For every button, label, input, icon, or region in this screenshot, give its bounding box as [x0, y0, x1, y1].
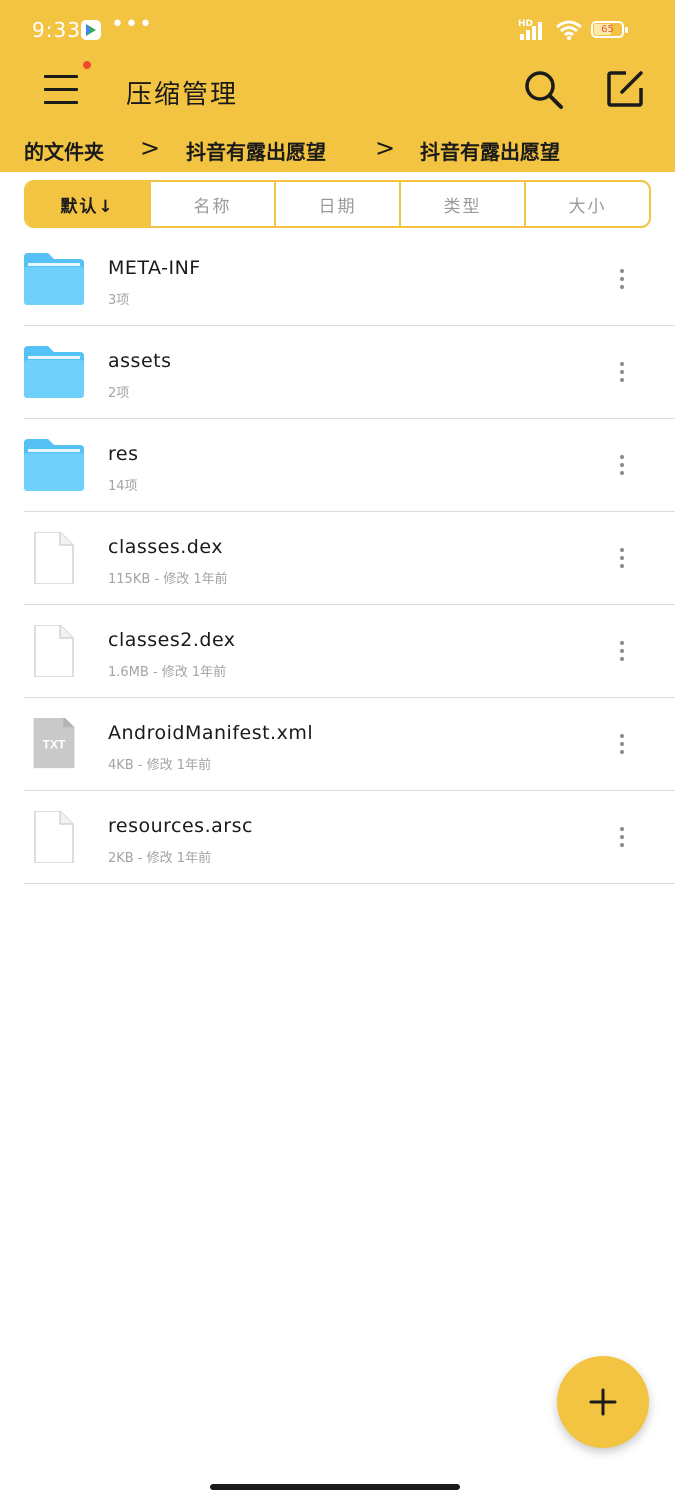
list-item[interactable]: classes.dex 115KB - 修改 1年前 [24, 512, 675, 605]
list-item[interactable]: META-INF 3项 [24, 233, 675, 326]
list-item[interactable]: classes2.dex 1.6MB - 修改 1年前 [24, 605, 675, 698]
file-meta: 1.6MB - 修改 1年前 [108, 665, 227, 680]
play-store-icon [81, 20, 101, 40]
file-meta: 14项 [108, 479, 138, 494]
txt-badge: TXT [43, 738, 66, 752]
folder-icon [24, 346, 84, 398]
add-button[interactable] [557, 1356, 649, 1448]
signal-icon [520, 22, 542, 40]
edit-icon[interactable] [604, 68, 646, 110]
status-bar: 9:33 ••• HD 65 [0, 0, 675, 62]
page-title: 压缩管理 [126, 80, 239, 110]
file-name: META-INF [108, 257, 201, 279]
file-meta: 2KB - 修改 1年前 [108, 851, 212, 866]
status-time: 9:33 [32, 18, 81, 42]
home-indicator[interactable] [210, 1484, 460, 1490]
hamburger-menu-icon[interactable] [42, 72, 82, 108]
file-meta: 4KB - 修改 1年前 [108, 758, 212, 773]
breadcrumb-item[interactable]: 抖音有露出愿望 [186, 136, 326, 165]
more-vertical-icon[interactable] [614, 827, 630, 851]
list-item[interactable]: TXT AndroidManifest.xml 4KB - 修改 1年前 [24, 698, 675, 791]
file-icon [34, 625, 74, 677]
status-overflow-icon: ••• [111, 12, 153, 37]
more-vertical-icon[interactable] [614, 548, 630, 572]
file-meta: 115KB - 修改 1年前 [108, 572, 228, 587]
list-item[interactable]: res 14项 [24, 419, 675, 512]
txt-file-icon: TXT [33, 718, 75, 769]
sort-tab-size[interactable]: 大小 [524, 182, 649, 226]
file-name: res [108, 443, 139, 465]
more-vertical-icon[interactable] [614, 455, 630, 479]
file-meta: 3项 [108, 293, 130, 308]
plus-icon [589, 1388, 617, 1416]
file-name: AndroidManifest.xml [108, 722, 314, 744]
sort-tab-type[interactable]: 类型 [399, 182, 524, 226]
file-name: classes.dex [108, 536, 223, 558]
file-list: META-INF 3项 assets 2项 res 14项 classes.de… [24, 233, 675, 884]
more-vertical-icon[interactable] [614, 269, 630, 293]
file-meta: 2项 [108, 386, 130, 401]
file-name: assets [108, 350, 172, 372]
sort-tabs: 默认↓ 名称 日期 类型 大小 [24, 180, 651, 228]
breadcrumb-item[interactable]: 抖音有露出愿望 [420, 136, 560, 165]
notification-dot [83, 61, 91, 69]
chevron-right-icon: > [375, 134, 396, 162]
file-name: resources.arsc [108, 815, 253, 837]
chevron-right-icon: > [140, 134, 161, 162]
more-vertical-icon[interactable] [614, 734, 630, 758]
list-item[interactable]: assets 2项 [24, 326, 675, 419]
file-name: classes2.dex [108, 629, 236, 651]
battery-icon: 65 [591, 21, 628, 38]
folder-icon [24, 253, 84, 305]
breadcrumb-item[interactable]: 的文件夹 [24, 136, 104, 165]
file-icon [34, 532, 74, 584]
wifi-icon [556, 20, 582, 40]
more-vertical-icon[interactable] [614, 641, 630, 665]
app-header: 9:33 ••• HD 65 压缩管理 的文件夹 > 抖音有露出愿望 > 抖音有… [0, 0, 675, 172]
file-icon [34, 811, 74, 863]
sort-tab-default[interactable]: 默认↓ [26, 182, 149, 226]
more-vertical-icon[interactable] [614, 362, 630, 386]
folder-icon [24, 439, 84, 491]
list-item[interactable]: resources.arsc 2KB - 修改 1年前 [24, 791, 675, 884]
sort-tab-date[interactable]: 日期 [274, 182, 399, 226]
sort-tab-name[interactable]: 名称 [149, 182, 274, 226]
battery-level: 65 [601, 24, 614, 35]
search-icon[interactable] [522, 68, 566, 112]
